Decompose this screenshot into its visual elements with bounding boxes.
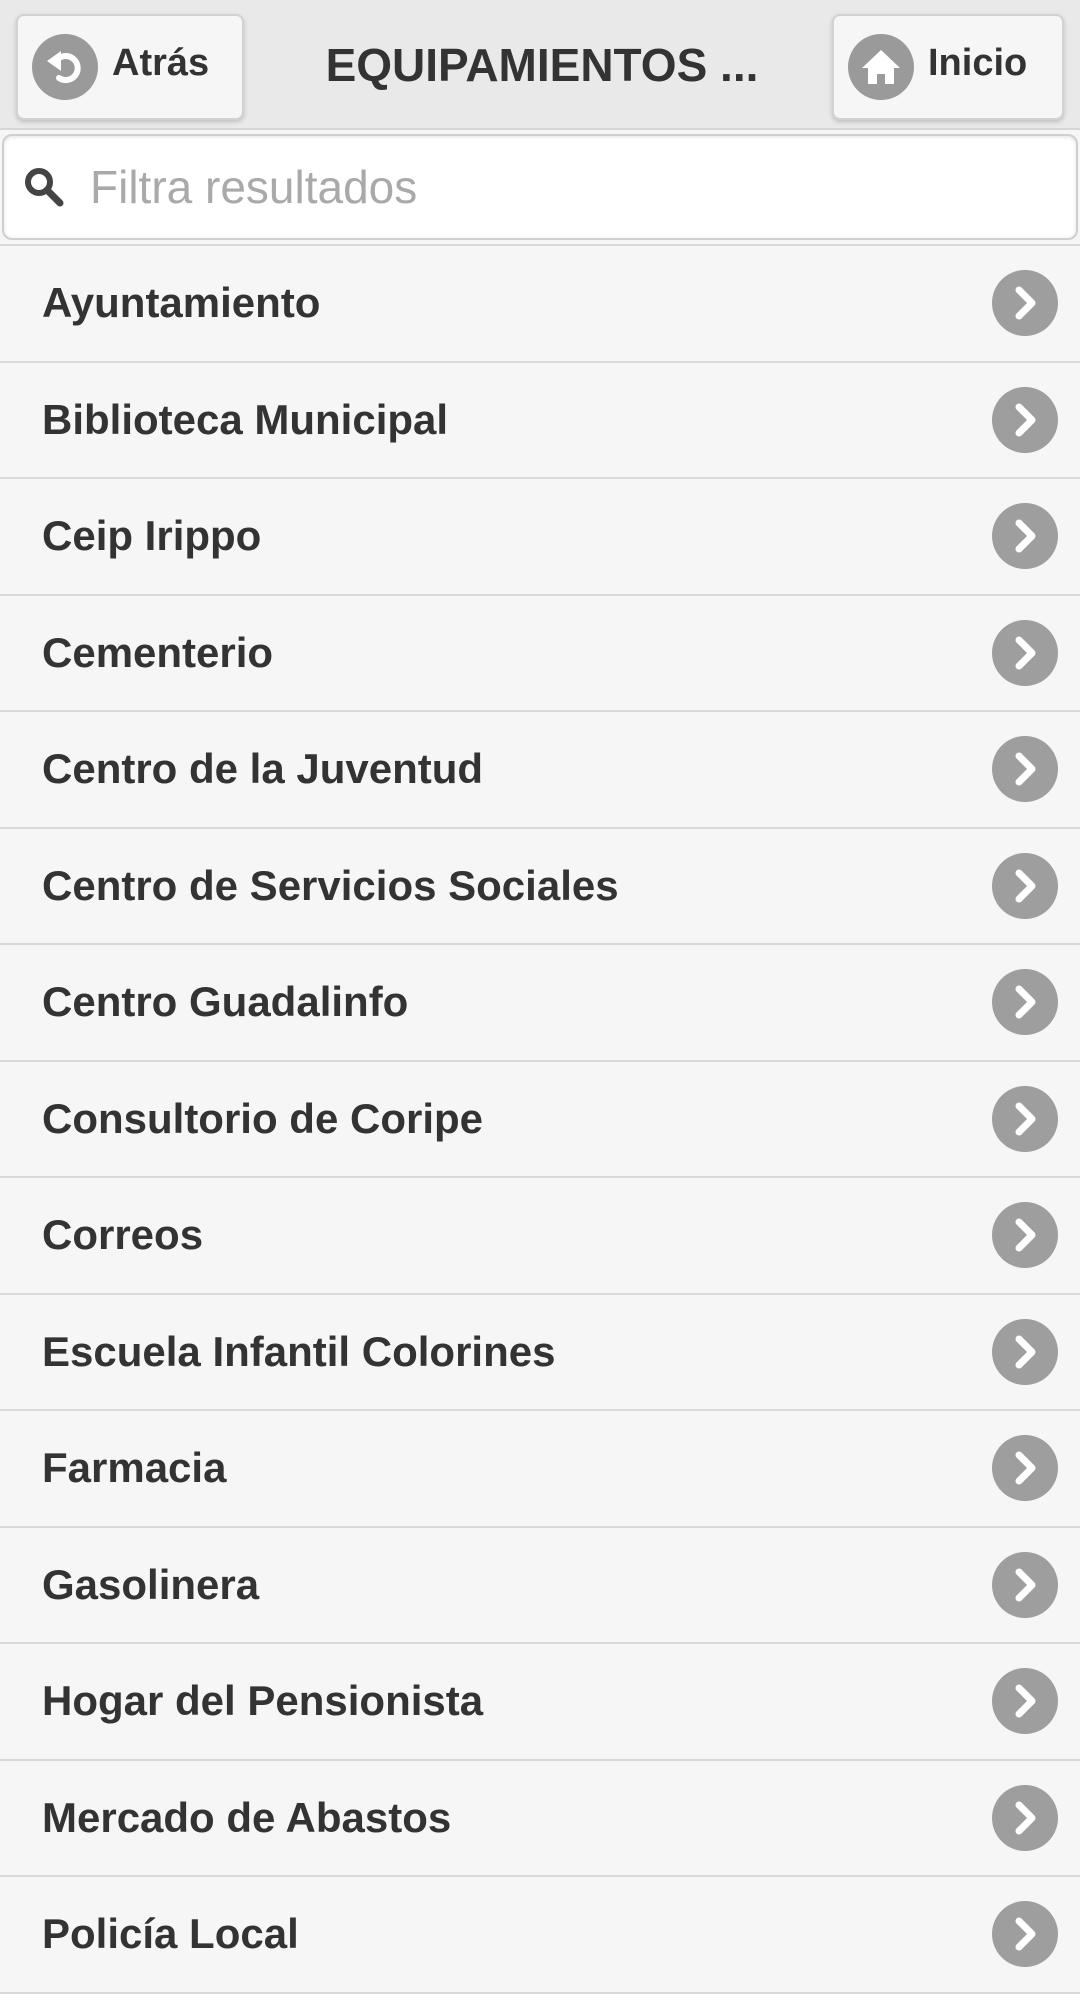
list-item[interactable]: Gasolinera — [0, 1527, 1080, 1644]
chevron-right-icon — [992, 270, 1058, 337]
list-item-label: Policía Local — [42, 1910, 299, 1958]
list-item-label: Hogar del Pensionista — [42, 1677, 484, 1725]
list-item-label: Mercado de Abastos — [42, 1793, 452, 1841]
search-icon — [18, 161, 70, 213]
list-item[interactable]: Policía Local — [0, 1877, 1080, 1994]
top-bar: Atrás EQUIPAMIENTOS ... Inicio — [0, 0, 1080, 130]
chevron-right-icon — [992, 1318, 1058, 1385]
chevron-right-icon — [992, 1901, 1058, 1968]
chevron-right-icon — [992, 386, 1058, 453]
list-item-label: Centro de Servicios Sociales — [42, 861, 619, 909]
list-item[interactable]: Biblioteca Municipal — [0, 362, 1080, 479]
home-button[interactable]: Inicio — [832, 14, 1064, 120]
list-item[interactable]: Correos — [0, 1178, 1080, 1295]
list-item[interactable]: Centro de Servicios Sociales — [0, 828, 1080, 945]
search-input[interactable] — [88, 147, 1048, 227]
list-item-label: Cementerio — [42, 628, 274, 676]
chevron-right-icon — [992, 503, 1058, 570]
chevron-right-icon — [992, 1435, 1058, 1502]
list-item[interactable]: Consultorio de Coripe — [0, 1061, 1080, 1178]
list-item-label: Centro Guadalinfo — [42, 978, 409, 1026]
undo-arrow-icon — [32, 34, 98, 100]
list-item[interactable]: Centro Guadalinfo — [0, 945, 1080, 1062]
back-label: Atrás — [112, 41, 210, 84]
back-button[interactable]: Atrás — [16, 14, 244, 120]
chevron-right-icon — [992, 969, 1058, 1036]
list-item-label: Escuela Infantil Colorines — [42, 1327, 556, 1375]
list-item-label: Farmacia — [42, 1444, 227, 1492]
chevron-right-icon — [992, 736, 1058, 803]
list-item-label: Gasolinera — [42, 1560, 260, 1608]
chevron-right-icon — [992, 852, 1058, 919]
facility-list: Ayuntamiento Biblioteca Municipal Ceip I… — [0, 244, 1080, 1994]
home-label: Inicio — [928, 41, 1028, 84]
chevron-right-icon — [992, 619, 1058, 686]
list-item[interactable]: Hogar del Pensionista — [0, 1644, 1080, 1761]
list-item-label: Biblioteca Municipal — [42, 395, 449, 443]
list-item-label: Consultorio de Coripe — [42, 1094, 483, 1142]
chevron-right-icon — [992, 1202, 1058, 1269]
list-item[interactable]: Cementerio — [0, 595, 1080, 712]
list-item[interactable]: Ayuntamiento — [0, 246, 1080, 363]
home-icon — [848, 34, 914, 100]
list-item[interactable]: Escuela Infantil Colorines — [0, 1294, 1080, 1411]
chevron-right-icon — [992, 1668, 1058, 1735]
list-item-label: Ayuntamiento — [42, 279, 321, 327]
list-item-label: Centro de la Juventud — [42, 745, 484, 793]
list-item[interactable]: Farmacia — [0, 1411, 1080, 1528]
list-item[interactable]: Mercado de Abastos — [0, 1760, 1080, 1877]
list-item-label: Correos — [42, 1211, 204, 1259]
list-item[interactable]: Centro de la Juventud — [0, 712, 1080, 829]
chevron-right-icon — [992, 1551, 1058, 1618]
chevron-right-icon — [992, 1784, 1058, 1851]
list-item[interactable]: Ceip Irippo — [0, 479, 1080, 596]
chevron-right-icon — [992, 1085, 1058, 1152]
list-item-label: Ceip Irippo — [42, 512, 262, 560]
search-bar — [2, 134, 1078, 240]
page-title: EQUIPAMIENTOS ... — [325, 39, 759, 91]
